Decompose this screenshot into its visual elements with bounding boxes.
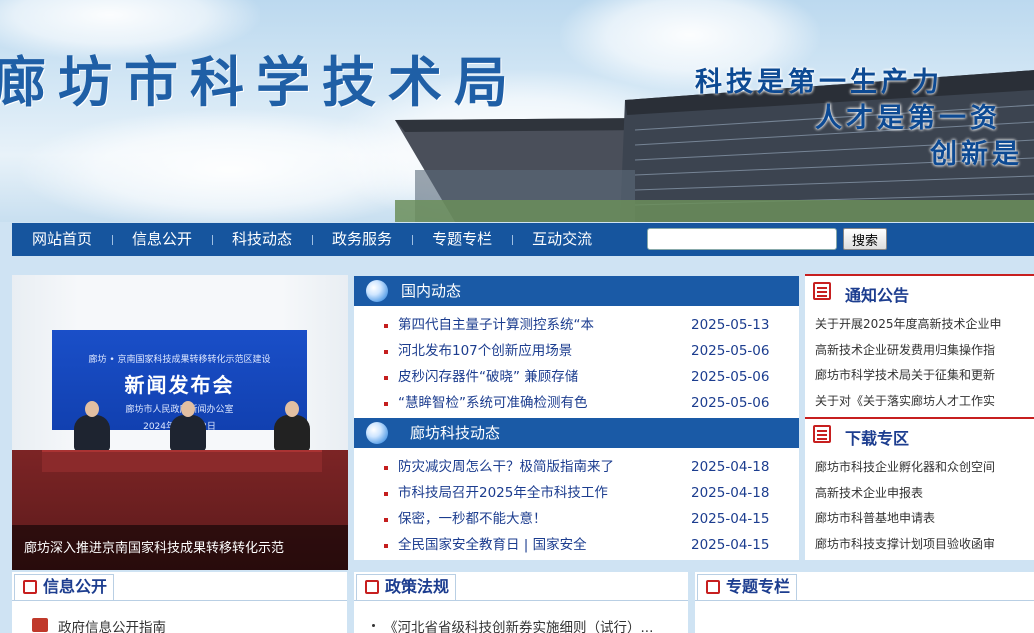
nav-info-public[interactable]: 信息公开	[112, 223, 212, 256]
notices-heading[interactable]: 通知公告	[845, 282, 909, 306]
list-item: 防灾减灾周怎么干？极简版指南来了 2025-04-18	[354, 454, 799, 480]
news-date: 2025-04-15	[691, 537, 770, 553]
list-item[interactable]: 关于对《关于落实廊坊人才工作实	[805, 389, 1034, 415]
news-date: 2025-05-06	[691, 395, 770, 411]
list-item[interactable]: 廊坊市科技企业孵化器和众创空间	[805, 455, 1034, 481]
header-banner: 廊坊市科学技术局 科技是第一生产力 人才是第一资 创新是	[0, 0, 1034, 222]
globe-icon	[366, 280, 388, 302]
news-title[interactable]: 市科技局召开2025年全市科技工作	[398, 480, 653, 506]
notices-list: 关于开展2025年度高新技术企业申 高新技术企业研发费用归集操作指 廊坊市科学技…	[805, 312, 1034, 414]
news-date: 2025-04-18	[691, 459, 770, 475]
screen-line-1: 廊坊 • 京南国家科技成果转移转化示范区建设	[88, 355, 271, 365]
list-item: 保密，一秒都不能大意！ 2025-04-15	[354, 506, 799, 532]
list-item: 河北发布107个创新应用场景 2025-05-06	[354, 338, 799, 364]
policy-heading: 政策法规	[385, 577, 450, 596]
news-date: 2025-05-06	[691, 343, 770, 359]
document-icon	[365, 580, 379, 594]
slogan-line-1: 科技是第一生产力	[695, 67, 943, 98]
photo-caption[interactable]: 廊坊深入推进京南国家科技成果转移转化示范	[24, 537, 284, 556]
site-title: 廊坊市科学技术局	[0, 50, 520, 114]
notices-panel: 通知公告 关于开展2025年度高新技术企业申 高新技术企业研发费用归集操作指 廊…	[805, 274, 1034, 417]
news-date: 2025-05-13	[691, 317, 770, 333]
list-item[interactable]: 高新技术企业研发费用归集操作指	[805, 338, 1034, 364]
policy-panel: 政策法规 《河北省省级科技创新券实施细则（试行）...	[354, 572, 688, 633]
news-title[interactable]: 河北发布107个创新应用场景	[398, 338, 653, 364]
downloads-heading[interactable]: 下载专区	[845, 425, 909, 449]
list-item[interactable]: 廊坊市科技支撑计划项目验收函审	[805, 532, 1034, 558]
news-title[interactable]: 全民国家安全教育日 | 国家安全	[398, 532, 653, 558]
downloads-list: 廊坊市科技企业孵化器和众创空间 高新技术企业申报表 廊坊市科普基地申请表 廊坊市…	[805, 455, 1034, 557]
news-title[interactable]: 保密，一秒都不能大意！	[398, 506, 653, 532]
list-item[interactable]: 关于开展2025年度高新技术企业申	[805, 312, 1034, 338]
featured-news-photo[interactable]: 廊坊 • 京南国家科技成果转移转化示范区建设 新闻发布会 廊坊市人民政府新闻办公…	[12, 275, 348, 570]
policy-tab[interactable]: 政策法规	[356, 574, 457, 600]
list-item: 第四代自主量子计算测控系统“本 2025-05-13	[354, 312, 799, 338]
info-public-heading: 信息公开	[43, 577, 108, 596]
document-icon	[813, 282, 831, 300]
special-topics-panel: 专题专栏	[695, 572, 1034, 633]
special-topics-heading: 专题专栏	[726, 577, 791, 596]
special-topics-tab[interactable]: 专题专栏	[697, 574, 798, 600]
info-public-panel: 信息公开 政府信息公开指南	[12, 572, 347, 633]
nav-home[interactable]: 网站首页	[12, 223, 112, 256]
list-item[interactable]: 高新技术企业申报表	[805, 481, 1034, 507]
book-icon	[32, 618, 48, 632]
list-item: “慧眸智检”系统可准确检测有色 2025-05-06	[354, 390, 799, 416]
nav-interaction[interactable]: 互动交流	[512, 223, 612, 256]
list-item: 全民国家安全教育日 | 国家安全 2025-04-15	[354, 532, 799, 558]
nav-gov-services[interactable]: 政务服务	[312, 223, 412, 256]
speaker-figure	[170, 401, 206, 451]
list-item: 皮秒闪存器件“破晓” 兼顾存储 2025-05-06	[354, 364, 799, 390]
policy-item[interactable]: 《河北省省级科技创新券实施细则（试行）...	[384, 616, 653, 633]
news-date: 2025-04-18	[691, 485, 770, 501]
news-date: 2025-04-15	[691, 511, 770, 527]
search-input[interactable]	[647, 228, 837, 250]
nav-tech-news[interactable]: 科技动态	[212, 223, 312, 256]
document-icon	[23, 580, 37, 594]
langfang-news-panel: 廊坊科技动态 防灾减灾周怎么干？极简版指南来了 2025-04-18 市科技局召开…	[354, 418, 799, 560]
langfang-news-list: 防灾减灾周怎么干？极简版指南来了 2025-04-18 市科技局召开2025年全市…	[354, 454, 799, 558]
nav-special-topics[interactable]: 专题专栏	[412, 223, 512, 256]
domestic-news-list: 第四代自主量子计算测控系统“本 2025-05-13 河北发布107个创新应用场景…	[354, 312, 799, 416]
news-title[interactable]: 皮秒闪存器件“破晓” 兼顾存储	[398, 364, 653, 390]
list-item: 市科技局召开2025年全市科技工作 2025-04-18	[354, 480, 799, 506]
globe-icon	[366, 422, 388, 444]
list-item[interactable]: 廊坊市科学技术局关于征集和更新	[805, 363, 1034, 389]
news-title[interactable]: “慧眸智检”系统可准确检测有色	[398, 390, 653, 416]
main-nav: 网站首页 信息公开 科技动态 政务服务 专题专栏 互动交流 搜索	[12, 223, 1034, 256]
slogan-line-3: 创新是	[930, 139, 1023, 170]
speaker-figure	[74, 401, 110, 451]
langfang-news-heading[interactable]: 廊坊科技动态	[410, 418, 500, 448]
info-public-item[interactable]: 政府信息公开指南	[58, 616, 166, 633]
downloads-panel: 下载专区 廊坊市科技企业孵化器和众创空间 高新技术企业申报表 廊坊市科普基地申请…	[805, 417, 1034, 560]
news-date: 2025-05-06	[691, 369, 770, 385]
news-title[interactable]: 第四代自主量子计算测控系统“本	[398, 312, 653, 338]
speaker-figure	[274, 401, 310, 451]
domestic-news-panel: 国内动态 第四代自主量子计算测控系统“本 2025-05-13 河北发布107个创…	[354, 276, 799, 418]
domestic-news-heading[interactable]: 国内动态	[401, 276, 461, 306]
search-button[interactable]: 搜索	[843, 228, 887, 250]
list-item[interactable]: 廊坊市科普基地申请表	[805, 506, 1034, 532]
slogan-line-2: 人才是第一资	[815, 103, 1001, 134]
info-public-tab[interactable]: 信息公开	[14, 574, 115, 600]
document-icon	[813, 425, 831, 443]
document-icon	[706, 580, 720, 594]
news-title[interactable]: 防灾减灾周怎么干？极简版指南来了	[398, 454, 653, 480]
screen-title: 新闻发布会	[124, 373, 235, 397]
